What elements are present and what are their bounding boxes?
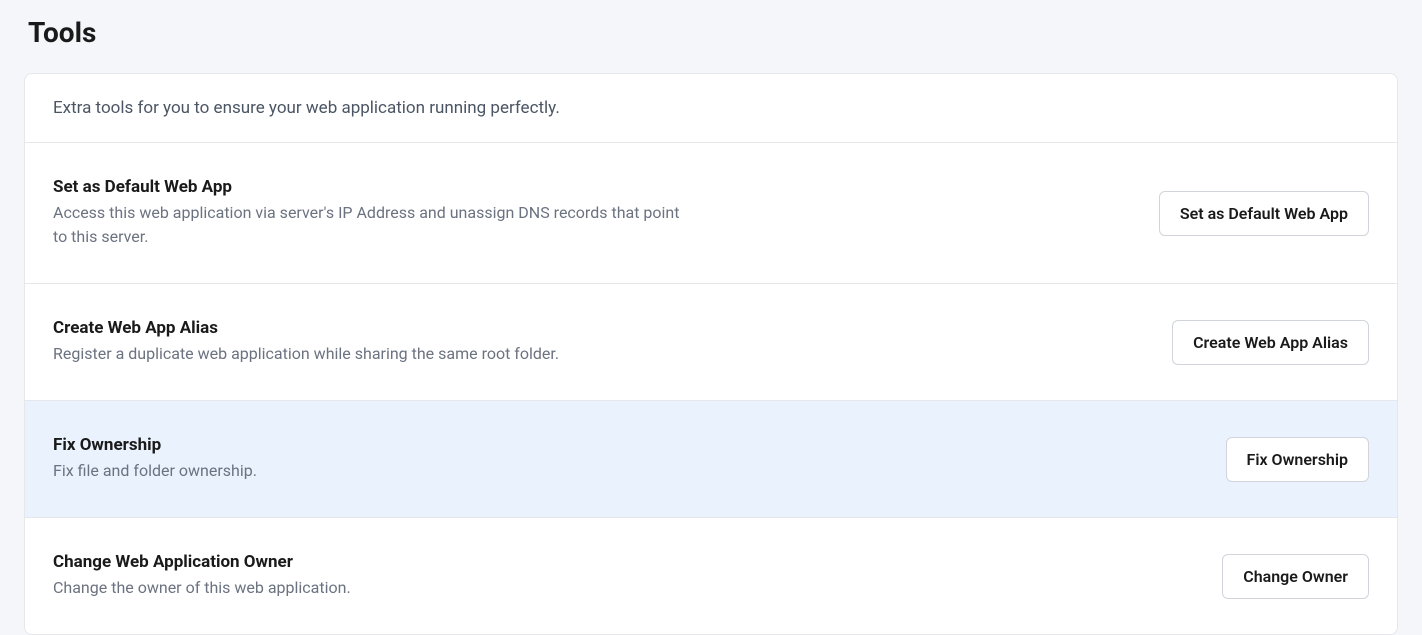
tool-row-create-alias: Create Web App Alias Register a duplicat… — [25, 284, 1397, 401]
card-intro: Extra tools for you to ensure your web a… — [25, 74, 1397, 143]
set-default-button[interactable]: Set as Default Web App — [1159, 191, 1369, 236]
page-title: Tools — [24, 16, 1398, 49]
tool-title: Create Web App Alias — [53, 318, 559, 338]
tool-text: Set as Default Web App Access this web a… — [53, 177, 693, 249]
tool-text: Change Web Application Owner Change the … — [53, 552, 351, 600]
tool-desc: Access this web application via server's… — [53, 201, 693, 249]
tool-desc: Fix file and folder ownership. — [53, 459, 257, 483]
tool-row-change-owner: Change Web Application Owner Change the … — [25, 518, 1397, 634]
tool-title: Change Web Application Owner — [53, 552, 351, 572]
tool-text: Create Web App Alias Register a duplicat… — [53, 318, 559, 366]
tool-row-fix-ownership: Fix Ownership Fix file and folder owners… — [25, 401, 1397, 518]
create-alias-button[interactable]: Create Web App Alias — [1172, 320, 1369, 365]
fix-ownership-button[interactable]: Fix Ownership — [1226, 437, 1369, 482]
tool-desc: Register a duplicate web application whi… — [53, 342, 559, 366]
tool-title: Set as Default Web App — [53, 177, 693, 197]
tools-card: Extra tools for you to ensure your web a… — [24, 73, 1398, 635]
tool-row-set-default: Set as Default Web App Access this web a… — [25, 143, 1397, 284]
tool-text: Fix Ownership Fix file and folder owners… — [53, 435, 257, 483]
tool-desc: Change the owner of this web application… — [53, 576, 351, 600]
change-owner-button[interactable]: Change Owner — [1222, 554, 1369, 599]
tool-title: Fix Ownership — [53, 435, 257, 455]
